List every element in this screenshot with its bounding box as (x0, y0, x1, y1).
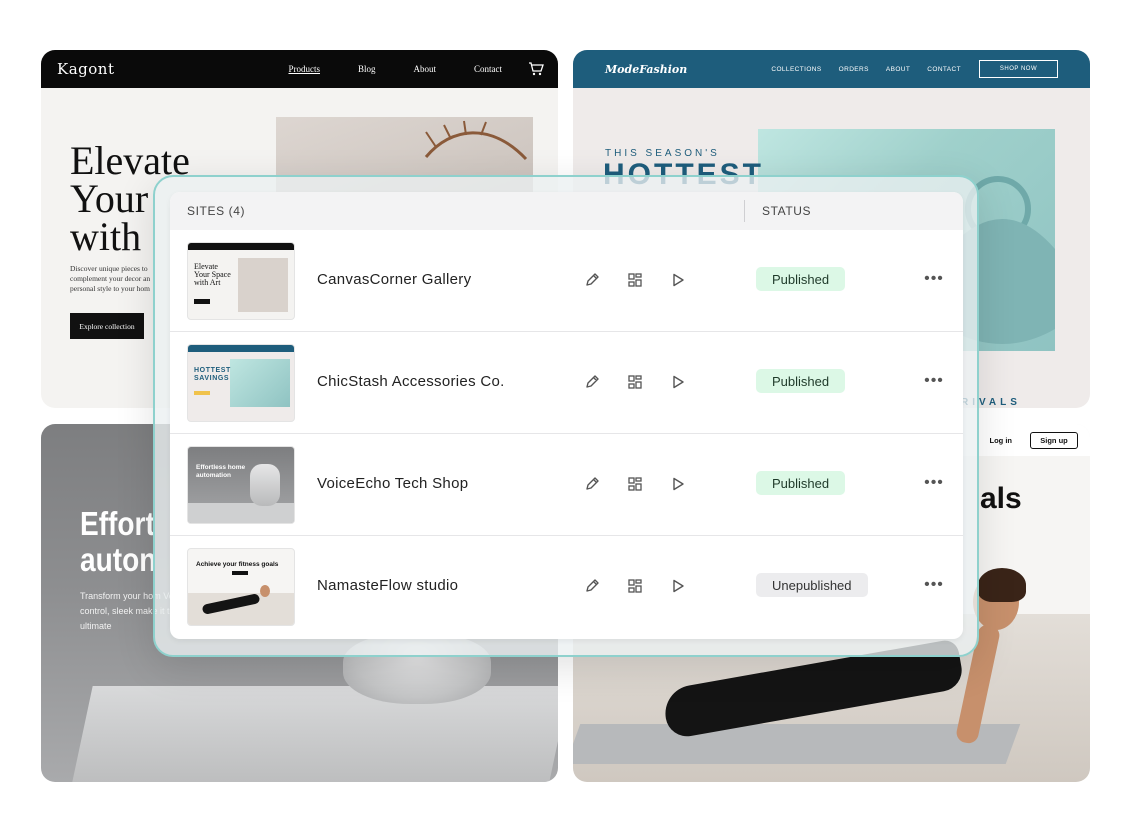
pencil-icon[interactable] (582, 270, 602, 290)
namaste-headline-fragment: als (980, 482, 1022, 515)
kagont-nav-products: Products (288, 64, 320, 74)
status-badge: Published (756, 471, 846, 495)
voice-headline: Effort auton (80, 505, 157, 578)
status-badge: Published (756, 369, 846, 393)
athlete-hair (978, 568, 1026, 602)
signup-button: Sign up (1030, 431, 1078, 449)
mode-nav-orders: ORDERS (838, 65, 869, 73)
table-row[interactable]: Elevate Your Space with Art CanvasCorner… (170, 230, 963, 332)
more-horizontal-icon[interactable]: ••• (922, 473, 946, 493)
kagont-nav-blog: Blog (357, 64, 376, 74)
kagont-description: Discover unique pieces to complement you… (70, 264, 151, 293)
status-column-header: STATUS (762, 204, 812, 218)
table-row[interactable]: HOTTEST SAVINGS ChicStash Accessories Co… (170, 332, 963, 434)
grid-icon[interactable] (625, 270, 645, 290)
more-horizontal-icon[interactable]: ••• (922, 371, 946, 391)
kagont-logo: Kagont (57, 60, 115, 78)
table-row[interactable]: Achieve your fitness goals NamasteFlow s… (170, 536, 963, 638)
thumbnail-text: Achieve your fitness goals (196, 561, 279, 568)
site-name[interactable]: NamasteFlow studio (317, 577, 458, 594)
site-thumbnail[interactable]: Elevate Your Space with Art (187, 242, 295, 320)
thumbnail-text: HOTTEST SAVINGS (194, 367, 231, 382)
yoga-mat (573, 724, 1021, 764)
pencil-icon[interactable] (582, 372, 602, 392)
shop-now-button: SHOP NOW (979, 60, 1058, 78)
mode-nav-contact: CONTACT (927, 65, 961, 73)
more-horizontal-icon[interactable]: ••• (922, 575, 946, 595)
play-icon[interactable] (668, 372, 688, 392)
thumbnail-text: Elevate Your Space with Art (194, 262, 231, 287)
thumbnail-text: Effortless home automation (196, 464, 246, 479)
status-badge: Unepublished (756, 573, 868, 597)
site-thumbnail[interactable]: HOTTEST SAVINGS (187, 344, 295, 422)
site-name[interactable]: ChicStash Accessories Co. (317, 373, 505, 390)
sites-table: SITES (4) STATUS Elevate Your Space with… (170, 192, 963, 639)
mode-nav-about: ABOUT (885, 65, 911, 73)
explore-collection-button: Explore collection (70, 313, 144, 339)
kagont-navbar: Kagont Products Blog About Contact (41, 50, 558, 88)
site-thumbnail[interactable]: Achieve your fitness goals (187, 548, 295, 626)
site-name[interactable]: CanvasCorner Gallery (317, 271, 471, 288)
site-name[interactable]: VoiceEcho Tech Shop (317, 475, 468, 492)
mode-logo: ModeFashion (605, 62, 688, 76)
table-surface (69, 686, 558, 782)
sites-column-header: SITES (4) (187, 204, 246, 218)
mode-navbar: ModeFashion COLLECTIONS ORDERS ABOUT CON… (573, 50, 1090, 88)
header-divider (744, 200, 745, 222)
play-icon[interactable] (668, 270, 688, 290)
pencil-icon[interactable] (582, 576, 602, 596)
play-icon[interactable] (668, 474, 688, 494)
site-thumbnail[interactable]: Effortless home automation (187, 446, 295, 524)
pencil-icon[interactable] (582, 474, 602, 494)
grid-icon[interactable] (625, 576, 645, 596)
more-horizontal-icon[interactable]: ••• (922, 269, 946, 289)
login-link: Log in (989, 435, 1013, 445)
cart-icon (529, 62, 544, 76)
table-header: SITES (4) STATUS (170, 192, 963, 230)
status-badge: Published (756, 267, 846, 291)
table-row[interactable]: Effortless home automation VoiceEcho Tec… (170, 434, 963, 536)
grid-icon[interactable] (625, 474, 645, 494)
play-icon[interactable] (668, 576, 688, 596)
kagont-nav-contact: Contact (474, 64, 502, 74)
mode-nav-collections: COLLECTIONS (771, 65, 822, 73)
kagont-nav-about: About (413, 64, 437, 74)
grid-icon[interactable] (625, 372, 645, 392)
